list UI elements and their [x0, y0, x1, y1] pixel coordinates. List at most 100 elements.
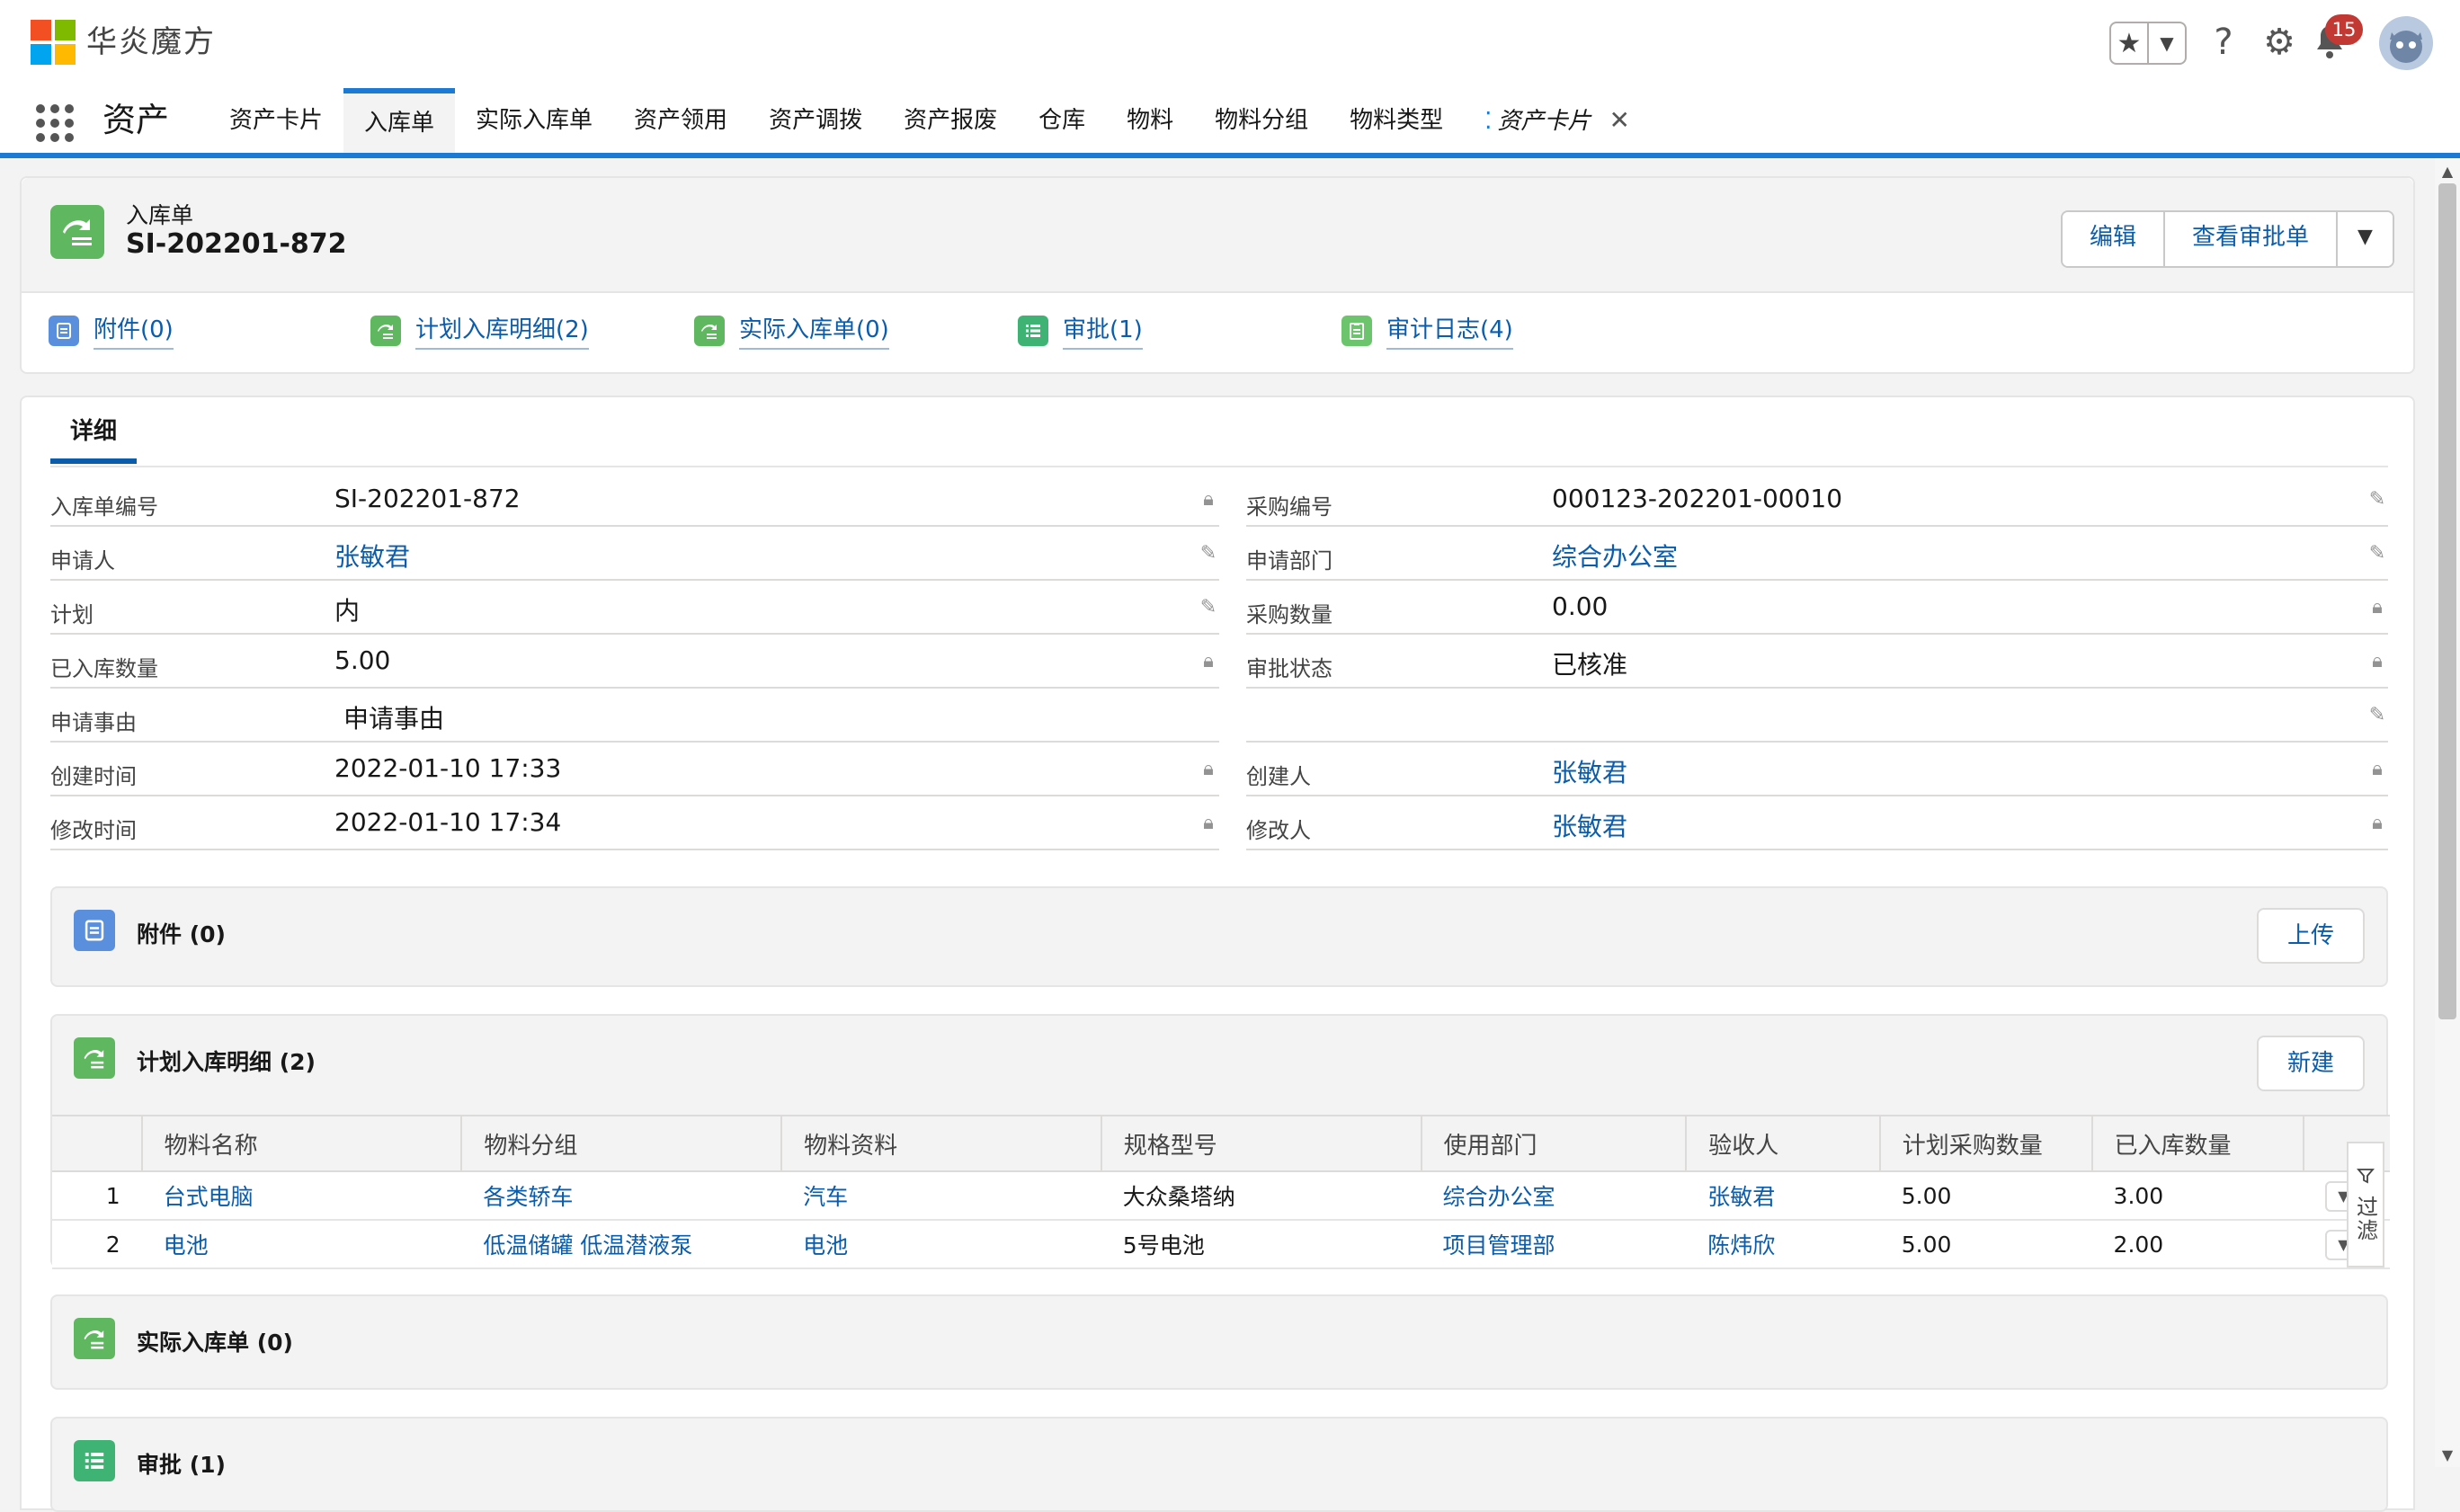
app-launcher-icon[interactable] — [36, 104, 74, 142]
cell-material-info[interactable]: 汽车 — [781, 1171, 1101, 1221]
quick-link-approvals[interactable]: 审批(1) — [1018, 311, 1341, 350]
lock-icon: 🔒︎ — [2372, 758, 2383, 780]
audit-log-icon — [1341, 315, 1372, 346]
column-header[interactable]: 规格型号 — [1100, 1115, 1422, 1172]
field-modified-at: 修改时间 2022-01-10 17:34 🔒︎ — [50, 798, 1219, 850]
field-created-at: 创建时间 2022-01-10 17:33 🔒︎ — [50, 744, 1219, 796]
cell-receiver[interactable]: 陈炜欣 — [1686, 1220, 1880, 1269]
brand-logo-icon[interactable] — [31, 20, 76, 65]
nav-open-tab[interactable]: ⁚ 资产卡片 ✕ — [1464, 88, 1651, 153]
close-icon[interactable]: ✕ — [1609, 105, 1629, 135]
scrollbar-thumb[interactable] — [2438, 183, 2456, 1019]
approval-list-icon — [1018, 315, 1048, 346]
nav-item-warehouse[interactable]: 仓库 — [1018, 88, 1106, 153]
quick-link-actual-orders[interactable]: 实际入库单(0) — [694, 311, 1018, 350]
more-actions-chevron-icon[interactable]: ▼ — [2336, 212, 2393, 266]
field-reason-right-empty: ✎ — [1246, 690, 2388, 743]
detail-tab-bar: 详细 — [50, 397, 2388, 467]
cell-material-group[interactable]: 各类轿车 — [461, 1171, 782, 1221]
related-list-actual-orders: 实际入库单 (0) — [50, 1294, 2388, 1390]
column-header[interactable]: 已入库数量 — [2090, 1115, 2304, 1172]
record-object-type: 入库单 — [126, 202, 194, 228]
nav-item-material-type[interactable]: 物料类型 — [1329, 88, 1464, 153]
related-list-title[interactable]: 附件 (0) — [137, 917, 226, 949]
help-icon[interactable]: ? — [2203, 22, 2244, 63]
view-approval-button[interactable]: 查看审批单 — [2163, 212, 2337, 266]
row-number: 2 — [52, 1220, 142, 1269]
table-row: 1 台式电脑 各类轿车 汽车 大众桑塔纳 综合办公室 张敏君 5.00 3.00… — [52, 1171, 2390, 1221]
favorites-menu-chevron-icon[interactable]: ▼ — [2147, 23, 2185, 63]
stock-in-icon — [74, 1318, 115, 1359]
related-list-title[interactable]: 计划入库明细 (2) — [137, 1045, 316, 1077]
nav-item-asset-scrap[interactable]: 资产报废 — [883, 88, 1018, 153]
cell-material-info[interactable]: 电池 — [781, 1220, 1101, 1269]
star-icon[interactable]: ★ — [2111, 23, 2147, 63]
pencil-icon[interactable]: ✎ — [2366, 543, 2388, 565]
quick-link-audit-log[interactable]: 审计日志(4) — [1341, 311, 1513, 350]
cell-spec: 大众桑塔纳 — [1101, 1171, 1422, 1221]
app-name: 资产 — [102, 101, 169, 139]
nav-item-material[interactable]: 物料 — [1106, 88, 1194, 153]
pencil-icon[interactable]: ✎ — [2366, 489, 2388, 511]
open-tab-label: 资产卡片 — [1497, 108, 1591, 135]
scroll-up-icon[interactable]: ▲ — [2435, 158, 2460, 183]
field-doc-no: 入库单编号 SI-202201-872 🔒︎ — [50, 475, 1219, 527]
filter-panel[interactable]: 过滤 — [2347, 1142, 2384, 1267]
pencil-icon[interactable]: ✎ — [1198, 597, 1219, 618]
quick-link-plan-items[interactable]: 计划入库明细(2) — [370, 311, 694, 350]
nav-item-asset-card[interactable]: 资产卡片 — [209, 88, 343, 153]
favorites-group[interactable]: ★ ▼ — [2109, 22, 2187, 65]
column-header[interactable]: 物料名称 — [140, 1115, 462, 1172]
quick-link-attachments[interactable]: 附件(0) — [49, 311, 370, 350]
field-approval-status: 审批状态 已核准 🔒︎ — [1246, 636, 2388, 689]
scroll-down-icon[interactable]: ▼ — [2435, 1442, 2460, 1467]
field-applicant: 申请人 张敏君 ✎ — [50, 529, 1219, 581]
nav-item-asset-transfer[interactable]: 资产调拨 — [748, 88, 883, 153]
field-purchase-no: 采购编号 000123-202201-00010 ✎ — [1246, 475, 2388, 527]
brand-name: 华炎魔方 — [86, 24, 216, 60]
page-scrollbar[interactable]: ▲ ▼ — [2435, 158, 2460, 1467]
cell-material-name[interactable]: 台式电脑 — [141, 1171, 462, 1221]
lock-icon: 🔒︎ — [1203, 488, 1214, 511]
field-plan: 计划 内 ✎ — [50, 583, 1219, 635]
record-actions: 编辑 查看审批单 ▼ — [2061, 210, 2394, 268]
cell-stocked-qty: 2.00 — [2091, 1220, 2304, 1269]
gear-icon[interactable]: ⚙ — [2259, 22, 2300, 63]
tab-detail[interactable]: 详细 — [50, 397, 137, 464]
cell-department[interactable]: 综合办公室 — [1421, 1171, 1687, 1221]
edit-button[interactable]: 编辑 — [2063, 212, 2164, 266]
nav-item-asset-requisition[interactable]: 资产领用 — [613, 88, 748, 153]
detail-card: 详细 入库单编号 SI-202201-872 🔒︎ 采购编号 000123-20… — [20, 396, 2415, 1512]
related-list-plan-items: 计划入库明细 (2) 新建 物料名称 物料分组 物料资料 规格型号 使用部门 验… — [50, 1014, 2390, 1269]
upload-button[interactable]: 上传 — [2256, 908, 2365, 964]
cell-material-group[interactable]: 低温储罐 低温潜液泵 — [461, 1220, 782, 1269]
column-header[interactable]: 使用部门 — [1420, 1115, 1687, 1172]
cell-department[interactable]: 项目管理部 — [1421, 1220, 1687, 1269]
column-header[interactable]: 验收人 — [1685, 1115, 1880, 1172]
related-list-approvals: 审批 (1) — [50, 1417, 2388, 1512]
column-header-row-number — [52, 1115, 142, 1172]
related-list-title[interactable]: 审批 (1) — [137, 1447, 226, 1480]
unsaved-dot-icon: ⁚ — [1484, 108, 1493, 135]
filter-icon[interactable] — [2357, 1165, 2375, 1190]
field-purchase-qty: 采购数量 0.00 🔒︎ — [1246, 583, 2388, 635]
cell-stocked-qty: 3.00 — [2091, 1171, 2304, 1221]
cell-receiver[interactable]: 张敏君 — [1686, 1171, 1880, 1221]
column-header[interactable]: 物料分组 — [460, 1115, 782, 1172]
new-button[interactable]: 新建 — [2256, 1036, 2365, 1091]
column-header[interactable]: 计划采购数量 — [1878, 1115, 2092, 1172]
avatar[interactable] — [2379, 16, 2433, 70]
pencil-icon[interactable]: ✎ — [1198, 543, 1219, 565]
stock-in-object-icon — [50, 205, 104, 259]
pencil-icon[interactable]: ✎ — [2366, 705, 2388, 726]
related-list-title[interactable]: 实际入库单 (0) — [137, 1325, 293, 1357]
nav-item-actual-stock-in[interactable]: 实际入库单 — [455, 88, 613, 153]
column-header[interactable]: 物料资料 — [780, 1115, 1101, 1172]
attachment-icon — [74, 910, 115, 951]
filter-label[interactable]: 过滤 — [2350, 1196, 2382, 1242]
cell-material-name[interactable]: 电池 — [141, 1220, 462, 1269]
nav-item-material-group[interactable]: 物料分组 — [1194, 88, 1329, 153]
nav-item-stock-in[interactable]: 入库单 — [343, 88, 456, 153]
notification-count-badge: 15 — [2325, 14, 2363, 45]
field-reason: 申请事由 申请事由 — [50, 690, 1219, 743]
